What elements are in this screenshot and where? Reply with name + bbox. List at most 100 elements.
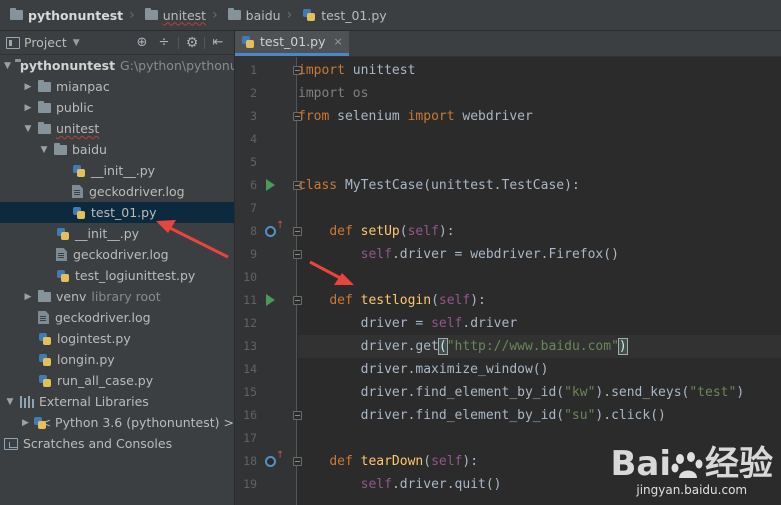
code-token: .driver = webdriver.Firefox(): [391, 247, 619, 262]
tree-item-hint: G:\python\pythonuntest: [120, 58, 234, 73]
chevron-down-icon[interactable]: ▼: [73, 38, 80, 48]
code-line[interactable]: [298, 128, 781, 151]
collapsed-arrow-icon[interactable]: ▶: [22, 292, 34, 302]
code-token: self: [431, 316, 463, 331]
code-token: (: [423, 454, 432, 469]
code-line[interactable]: from selenium import webdriver: [298, 105, 781, 128]
code-line[interactable]: [298, 197, 781, 220]
gear-icon[interactable]: ⚙: [184, 35, 200, 51]
code-token: webdriver: [454, 109, 533, 124]
tree-item-label: Scratches and Consoles: [23, 436, 173, 451]
code-token: def: [329, 293, 353, 308]
baidu-jingyan-watermark: Bai 经验 jingyan.baidu.com: [610, 436, 773, 497]
tree-item-label: geckodriver.log: [73, 247, 169, 262]
code-line[interactable]: driver.find_element_by_id("kw").send_key…: [298, 381, 781, 404]
breadcrumb-item[interactable]: baidu ›: [224, 0, 299, 30]
tree-item[interactable]: __init__.py: [0, 223, 234, 244]
breadcrumb-label: pythonuntest: [28, 7, 124, 23]
code-line[interactable]: [298, 151, 781, 174]
line-number: 14: [243, 362, 257, 376]
collapsed-arrow-icon[interactable]: ▶: [22, 103, 34, 113]
folder-icon: [144, 8, 158, 20]
tree-item[interactable]: ▶ venv library root: [0, 286, 234, 307]
code-line[interactable]: def testlogin(self):: [298, 289, 781, 312]
code-token: .driver: [462, 316, 518, 331]
code-line[interactable]: driver = self.driver: [298, 312, 781, 335]
overrides-method-icon[interactable]: [265, 456, 276, 467]
breadcrumb-item[interactable]: pythonuntest ›: [6, 0, 141, 30]
tree-item[interactable]: ▼ unitest: [0, 118, 234, 139]
expanded-arrow-icon[interactable]: ▼: [22, 124, 34, 134]
tree-item[interactable]: geckodriver.log: [0, 181, 234, 202]
collapsed-arrow-icon[interactable]: ▶: [22, 82, 34, 92]
tree-item-label: public: [56, 100, 94, 115]
code-line[interactable]: driver.maximize_window(): [298, 358, 781, 381]
tree-item[interactable]: test_logiunittest.py: [0, 265, 234, 286]
expanded-arrow-icon[interactable]: ▼: [4, 397, 16, 407]
line-number: 11: [243, 293, 257, 307]
collapsed-arrow-icon[interactable]: ▶: [22, 418, 29, 428]
code-token: ).send_keys(: [595, 385, 690, 400]
breadcrumb-item[interactable]: test_01.py: [298, 0, 392, 30]
code-line[interactable]: import os: [298, 82, 781, 105]
breadcrumb-item[interactable]: unitest ›: [141, 0, 224, 30]
tree-item[interactable]: ▶ mianpac: [0, 76, 234, 97]
tree-item[interactable]: ▼ baidu: [0, 139, 234, 160]
code-token: ): [736, 385, 745, 400]
tree-item[interactable]: ▼ External Libraries: [0, 391, 234, 412]
code-line[interactable]: driver.find_element_by_id("su").click(): [298, 404, 781, 427]
scroll-from-source-icon[interactable]: ⊕: [134, 35, 150, 51]
text-file-icon: [38, 311, 49, 324]
tree-item-label: test_logiunittest.py: [75, 268, 196, 283]
close-icon[interactable]: ×: [333, 35, 342, 48]
code-token: ): [617, 338, 628, 355]
code-line[interactable]: import unittest: [298, 59, 781, 82]
code-line[interactable]: [298, 266, 781, 289]
collapse-all-icon[interactable]: ÷: [156, 35, 172, 51]
overrides-method-icon[interactable]: [265, 226, 276, 237]
overrides-arrow-icon: ↑: [276, 220, 285, 231]
tree-item-label: __init__.py: [91, 163, 156, 178]
code-token: tearDown: [360, 454, 424, 469]
code-token: (: [437, 338, 448, 355]
tree-item[interactable]: ▶ public: [0, 97, 234, 118]
tree-item[interactable]: Scratches and Consoles: [0, 433, 234, 454]
line-number: 9: [250, 247, 257, 261]
python-file-icon: [38, 332, 52, 346]
run-test-icon[interactable]: [266, 179, 275, 191]
tree-item[interactable]: test_01.py: [0, 202, 234, 223]
tree-item-label: longin.py: [57, 352, 115, 367]
code-line[interactable]: class MyTestCase(unittest.TestCase):: [298, 174, 781, 197]
tree-item[interactable]: __init__.py: [0, 160, 234, 181]
code-token: ):: [438, 224, 455, 239]
code-token: MyTestCase(unittest.TestCase):: [337, 178, 580, 193]
code-line[interactable]: self.driver = webdriver.Firefox(): [298, 243, 781, 266]
tree-item[interactable]: longin.py: [0, 349, 234, 370]
expanded-arrow-icon[interactable]: ▼: [4, 61, 11, 71]
project-view-title[interactable]: Project: [24, 35, 67, 50]
python-file-icon: [56, 227, 70, 241]
editor-tab-test-01[interactable]: test_01.py ×: [235, 31, 349, 56]
tree-item[interactable]: geckodriver.log: [0, 307, 234, 328]
tree-item-label: geckodriver.log: [55, 310, 151, 325]
code-token: "kw": [564, 385, 596, 400]
code-line[interactable]: driver.get("http://www.baidu.com"): [298, 335, 781, 358]
watermark-url: jingyan.baidu.com: [636, 483, 748, 497]
library-icon: [20, 395, 34, 408]
code-token: unittest: [344, 63, 416, 78]
tree-item[interactable]: geckodriver.log: [0, 244, 234, 265]
code-line[interactable]: def setUp(self):: [298, 220, 781, 243]
run-test-icon[interactable]: [266, 294, 275, 306]
breadcrumb-label: test_01.py: [321, 7, 387, 23]
editor-tab-bar: test_01.py ×: [235, 31, 781, 57]
tree-item[interactable]: ▶ < Python 3.6 (pythonuntest) >: [0, 412, 234, 433]
tree-item[interactable]: run_all_case.py: [0, 370, 234, 391]
tree-item-label: baidu: [72, 142, 107, 157]
expanded-arrow-icon[interactable]: ▼: [38, 145, 50, 155]
hide-panel-icon[interactable]: ⇤: [210, 35, 226, 51]
folder-icon: [54, 142, 67, 155]
tree-item[interactable]: logintest.py: [0, 328, 234, 349]
text-file-icon: [72, 185, 83, 198]
tree-item[interactable]: ▼ pythonuntest G:\python\pythonuntest: [0, 55, 234, 76]
python-file-icon: [38, 374, 52, 388]
